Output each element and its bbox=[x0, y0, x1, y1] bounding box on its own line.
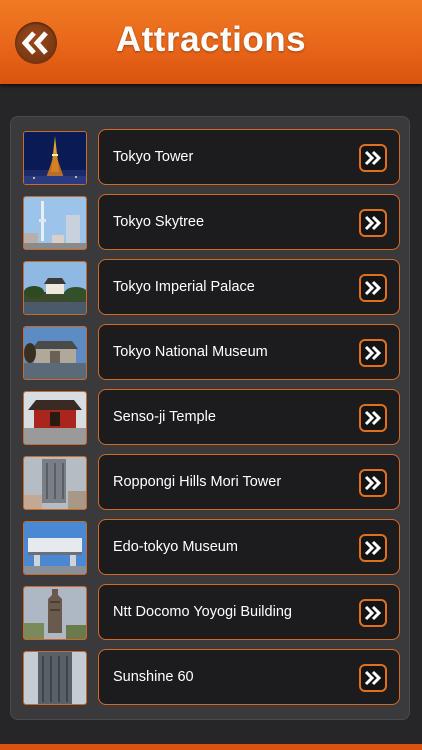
list-item[interactable]: Senso-ji Temple bbox=[10, 389, 410, 447]
item-label: Tokyo Skytree bbox=[113, 214, 205, 230]
sunshine-60-thumbnail bbox=[23, 651, 87, 705]
list-item[interactable]: Tokyo Imperial Palace bbox=[10, 259, 410, 317]
double-chevron-right-icon bbox=[364, 215, 382, 231]
open-item-button[interactable] bbox=[359, 664, 387, 692]
item-label: Tokyo Imperial Palace bbox=[113, 279, 255, 295]
item-card[interactable]: Sunshine 60 bbox=[98, 649, 400, 705]
open-item-button[interactable] bbox=[359, 209, 387, 237]
list-item[interactable]: Tokyo Skytree bbox=[10, 194, 410, 252]
list-item[interactable]: Sunshine 60 bbox=[10, 649, 410, 707]
item-label: Roppongi Hills Mori Tower bbox=[113, 474, 282, 490]
item-card[interactable]: Ntt Docomo Yoyogi Building bbox=[98, 584, 400, 640]
bottom-accent-bar bbox=[0, 744, 422, 750]
open-item-button[interactable] bbox=[359, 404, 387, 432]
double-chevron-right-icon bbox=[364, 410, 382, 426]
edo-tokyo-museum-thumbnail bbox=[23, 521, 87, 575]
item-label: Senso-ji Temple bbox=[113, 409, 216, 425]
open-item-button[interactable] bbox=[359, 599, 387, 627]
list-item[interactable]: Edo-tokyo Museum bbox=[10, 519, 410, 577]
list-item[interactable]: Tokyo Tower bbox=[10, 129, 410, 187]
open-item-button[interactable] bbox=[359, 339, 387, 367]
item-card[interactable]: Tokyo National Museum bbox=[98, 324, 400, 380]
double-chevron-right-icon bbox=[364, 670, 382, 686]
item-label: Tokyo Tower bbox=[113, 149, 194, 165]
tokyo-skytree-thumbnail bbox=[23, 196, 87, 250]
item-card[interactable]: Tokyo Tower bbox=[98, 129, 400, 185]
open-item-button[interactable] bbox=[359, 534, 387, 562]
docomo-building-thumbnail bbox=[23, 586, 87, 640]
item-label: Sunshine 60 bbox=[113, 669, 194, 685]
double-chevron-right-icon bbox=[364, 540, 382, 556]
mori-tower-thumbnail bbox=[23, 456, 87, 510]
item-card[interactable]: Edo-tokyo Museum bbox=[98, 519, 400, 575]
sensoji-temple-thumbnail bbox=[23, 391, 87, 445]
double-chevron-right-icon bbox=[364, 150, 382, 166]
page-title: Attractions bbox=[115, 20, 307, 59]
double-chevron-right-icon bbox=[364, 475, 382, 491]
double-chevron-right-icon bbox=[364, 345, 382, 361]
list-item[interactable]: Tokyo National Museum bbox=[10, 324, 410, 382]
item-card[interactable]: Tokyo Skytree bbox=[98, 194, 400, 250]
item-label: Edo-tokyo Museum bbox=[113, 539, 238, 555]
open-item-button[interactable] bbox=[359, 469, 387, 497]
open-item-button[interactable] bbox=[359, 274, 387, 302]
list-item[interactable]: Roppongi Hills Mori Tower bbox=[10, 454, 410, 512]
double-chevron-right-icon bbox=[364, 280, 382, 296]
double-chevron-right-icon bbox=[364, 605, 382, 621]
imperial-palace-thumbnail bbox=[23, 261, 87, 315]
item-card[interactable]: Roppongi Hills Mori Tower bbox=[98, 454, 400, 510]
national-museum-thumbnail bbox=[23, 326, 87, 380]
item-card[interactable]: Senso-ji Temple bbox=[98, 389, 400, 445]
app-header: Attractions bbox=[0, 0, 422, 84]
attractions-list: Tokyo Tower Tokyo Skytree Tokyo Imperial… bbox=[10, 116, 410, 720]
item-card[interactable]: Tokyo Imperial Palace bbox=[98, 259, 400, 315]
item-label: Ntt Docomo Yoyogi Building bbox=[113, 604, 292, 620]
tokyo-tower-thumbnail bbox=[23, 131, 87, 185]
list-item[interactable]: Ntt Docomo Yoyogi Building bbox=[10, 584, 410, 642]
open-item-button[interactable] bbox=[359, 144, 387, 172]
item-label: Tokyo National Museum bbox=[113, 344, 268, 360]
